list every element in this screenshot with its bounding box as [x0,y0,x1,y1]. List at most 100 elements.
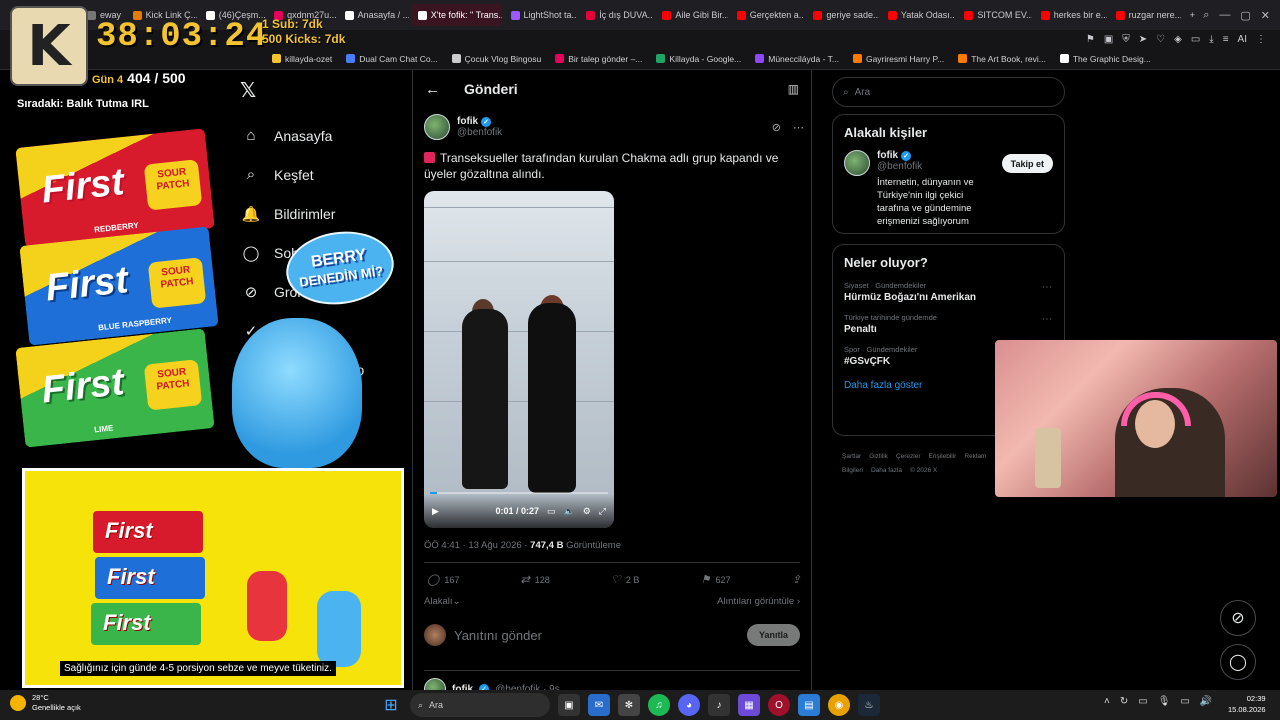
steam-icon[interactable]: ♨ [858,694,880,716]
browser-tab[interactable]: Yatak Odası... [881,4,955,26]
grid-app-icon[interactable]: ▦ [738,694,760,716]
more-options-icon[interactable]: ⋯ [1042,282,1052,293]
volume-icon[interactable]: 🔈 [564,506,575,517]
microphone-icon[interactable]: 🎙 [1158,696,1171,707]
minimize-icon[interactable]: — [1219,9,1230,22]
opera-icon[interactable]: O [768,694,790,716]
bookmark-item[interactable]: killayda-ozet [272,54,332,64]
weather-widget[interactable]: 28°C Genellikle açık [10,693,81,713]
like-button[interactable]: ♡ 2 B [611,573,639,586]
screenshot-icon[interactable]: ▣ [1104,34,1113,45]
messages-fab[interactable]: ◯ [1220,644,1256,680]
bookmark-item[interactable]: Gayriresmi Harry P... [852,54,944,64]
download-icon[interactable]: ⤓ [1209,34,1213,45]
grok-fab[interactable]: ⊘ [1220,600,1256,636]
discord-icon[interactable]: ◕ [678,694,700,716]
author-name-row[interactable]: fofik ✓ [457,116,502,127]
captions-icon[interactable]: ▭ [547,506,556,517]
volume-icon[interactable]: 🔊 [1200,696,1212,707]
footer-link[interactable]: Daha fazla [871,467,902,474]
clock[interactable]: 02:39 15.08.2026 [1228,693,1266,715]
play-icon[interactable]: ▶ [432,506,439,517]
author-handle[interactable]: @benfofik [457,127,502,138]
heart-icon[interactable]: ♡ [1156,34,1165,45]
bookmark-item[interactable]: Çocuk Vlog Bingosu [451,54,541,64]
browser-tab[interactable]: Aile Gibi Bir... [655,4,728,26]
ai-button[interactable]: AI [1238,34,1247,45]
browser-tab[interactable]: Gerçekten a... [730,4,804,26]
folder-icon[interactable]: ▭ [1138,696,1147,707]
post-timestamp[interactable]: ÖÖ 4:41 · 13 Ağu 2026 · [424,540,530,551]
network-icon[interactable]: ▭ [1180,696,1189,707]
relevant-person[interactable]: fofik ✓ @benfofik İnternetin, dünyanın ve… [833,146,1064,232]
footer-link[interactable]: Gizlilik [869,453,888,460]
nav-item-home[interactable]: ⌂ Anasayfa [242,116,402,155]
footer-link[interactable]: Çerezler [896,453,921,460]
chatgpt-icon[interactable]: ✻ [618,694,640,716]
bookmark-button[interactable]: ⚑ 627 [701,573,731,586]
trend-item[interactable]: Siyaset · Gündemdekiler Hürmüz Boğazı'nı … [833,276,1064,308]
bookmark-item[interactable]: Bir talep gönder –... [555,54,642,64]
person-name-row[interactable]: fofik ✓ [877,150,995,161]
author-name[interactable]: fofik [457,116,478,127]
chevron-up-icon[interactable]: ˄ [1104,696,1110,707]
close-icon[interactable]: ✕ [1261,9,1270,22]
browser-tab[interactable]: ruzgar nere... [1109,4,1181,26]
repost-button[interactable]: ⇄ 128 [521,573,550,586]
taskbar-search[interactable]: ⌕ Ara [410,693,550,717]
browser-tab[interactable]: herkes bir e... [1034,4,1107,26]
reply-button[interactable]: ◯ 167 [427,573,459,586]
trend-item[interactable]: Türkiye tarihinde gündemde Penaltı ⋯ [833,308,1064,340]
tiktok-icon[interactable]: ♪ [708,694,730,716]
browser-tab[interactable]: SITCOM EV... [957,4,1032,26]
more-options-icon[interactable]: ⋯ [1042,314,1052,325]
browser-tab[interactable]: LightShot ta... [504,4,577,26]
search-tabs-icon[interactable]: ⌕ [1203,9,1209,22]
fullscreen-icon[interactable]: ⤢ [599,506,606,517]
wallet-icon[interactable]: ▭ [1191,34,1200,45]
footer-link[interactable]: Şartlar [842,453,861,460]
bookmark-item[interactable]: Killayda - Google... [656,54,741,64]
bookmark-icon[interactable]: ⚑ [1086,34,1095,45]
reply-input[interactable]: Yanıtını gönder [454,628,542,643]
post-video[interactable]: ▶ 0:01 / 0:27 ▭ 🔈 ⚙ ⤢ [424,191,614,528]
bookmark-item[interactable]: The Art Book, revi... [958,54,1046,64]
send-icon[interactable]: ➤ [1139,34,1147,45]
kebab-icon[interactable]: ⋮ [1256,34,1266,45]
browser-tab[interactable]: X'te fofik: " Trans... [410,4,502,26]
cube-icon[interactable]: ◈ [1174,34,1182,45]
nav-item-notifications[interactable]: 🔔 Bildirimler [242,194,402,233]
share-button[interactable]: ⇪ [792,573,801,586]
view-quotes-link[interactable]: Alıntıları görüntüle › [717,596,800,607]
task-view-icon[interactable]: ▣ [558,694,580,716]
bookmark-item[interactable]: The Graphic Desig... [1059,54,1151,64]
relevant-sort-dropdown[interactable]: Alakalı⌄ [424,596,460,607]
person-name[interactable]: fofik [877,150,898,161]
person-handle[interactable]: @benfofik [877,161,995,172]
settings-icon[interactable]: ⚙ [583,506,591,517]
spotify-icon[interactable]: ♫ [648,694,670,716]
grok-icon[interactable]: ⊘ [772,121,781,134]
shield-icon[interactable]: ⛨ [1122,34,1130,45]
x-logo[interactable]: 𝕏 [240,78,256,102]
avatar[interactable] [844,150,870,176]
mail-icon[interactable]: ✉ [588,694,610,716]
avatar[interactable] [424,114,450,140]
avatar[interactable] [424,624,446,646]
more-options-icon[interactable]: ⋯ [793,121,804,134]
chrome-icon[interactable]: ◉ [828,694,850,716]
follow-button[interactable]: Takip et [1001,154,1053,173]
browser-tab[interactable]: geriye sade... [806,4,879,26]
search-input[interactable]: ⌕ Ara [832,77,1065,107]
browser-tab[interactable]: Anasayfa / ... [338,4,409,26]
browser-tab[interactable]: İç dış DUVA... [579,4,653,26]
notepad-icon[interactable]: ▤ [798,694,820,716]
start-icon[interactable]: ⊞ [380,694,402,716]
bookmark-item[interactable]: Münecciláyda - T... [755,54,839,64]
nav-item-explore[interactable]: ⌕ Keşfet [242,155,402,194]
footer-link[interactable]: © 2026 X [910,467,937,474]
footer-link[interactable]: Erişilebilir [929,453,957,460]
new-tab-button[interactable]: + [1183,4,1202,26]
maximize-icon[interactable]: ▢ [1240,9,1250,22]
bookmark-item[interactable]: Dual Cam Chat Co... [346,54,438,64]
